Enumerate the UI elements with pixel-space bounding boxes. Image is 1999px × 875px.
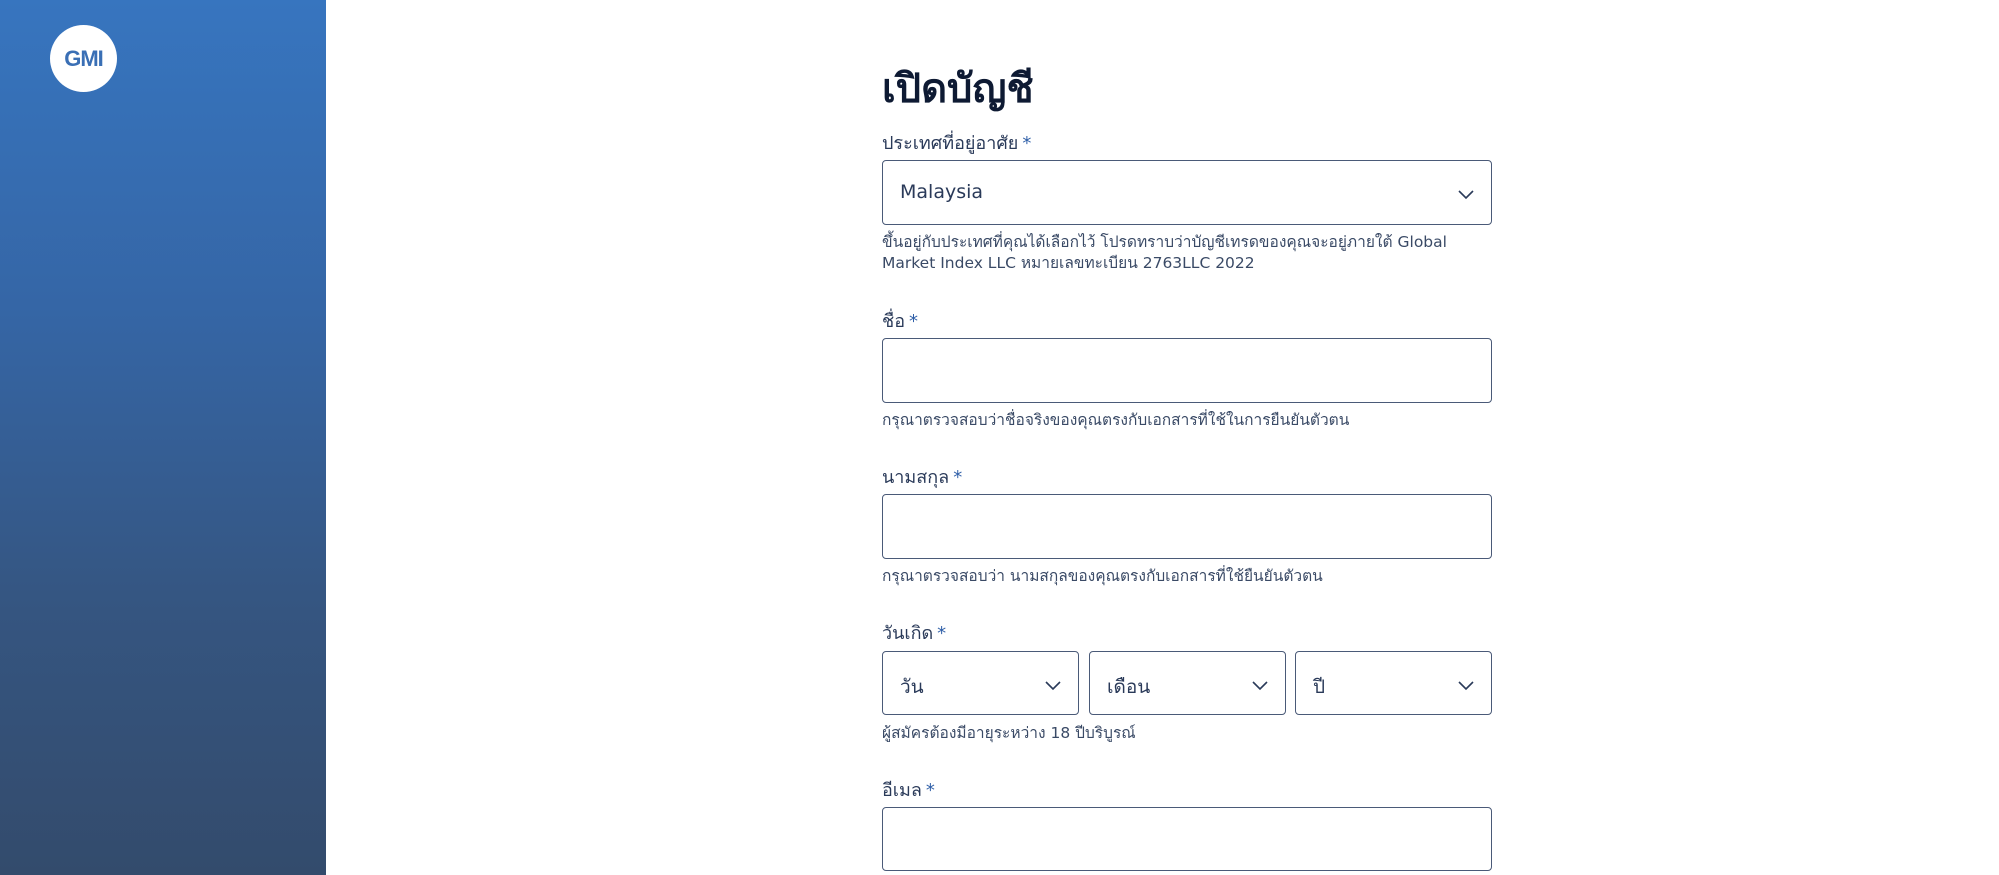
email-label-text: อีเมล [882, 780, 922, 801]
last-name-label-text: นามสกุล [882, 467, 950, 488]
required-mark: * [1022, 133, 1032, 154]
chevron-down-icon [1252, 681, 1268, 691]
birth-day-value: วัน [900, 676, 924, 698]
gmi-logo[interactable]: GMI [50, 25, 117, 92]
first-name-input[interactable] [882, 338, 1492, 403]
page-title: เปิดบัญชี [882, 66, 1034, 112]
country-help-text: ขึ้นอยู่กับประเทศที่คุณได้เลือกไว้ โปรดท… [882, 233, 1447, 272]
first-name-label: ชื่อ * [882, 306, 918, 335]
country-label: ประเทศที่อยู่อาศัย * [882, 128, 1031, 157]
email-label: อีเมล * [882, 775, 935, 804]
chevron-down-icon [1458, 681, 1474, 691]
required-mark: * [953, 467, 963, 488]
chevron-down-icon [1458, 190, 1474, 200]
required-mark: * [909, 311, 919, 332]
birthdate-help-text: ผู้สมัครต้องมีอายุระหว่าง 18 ปีบริบูรณ์ [882, 724, 1136, 742]
first-name-help-text: กรุณาตรวจสอบว่าชื่อจริงของคุณตรงกับเอกสา… [882, 411, 1350, 429]
country-value: Malaysia [900, 181, 984, 203]
birthdate-label-text: วันเกิด [882, 623, 934, 644]
birth-year-value: ปี [1313, 676, 1326, 698]
email-input[interactable] [882, 807, 1492, 871]
country-label-text: ประเทศที่อยู่อาศัย [882, 133, 1019, 154]
birth-month-value: เดือน [1107, 676, 1151, 698]
birth-day-select[interactable]: วัน [882, 651, 1079, 715]
required-mark: * [925, 780, 935, 801]
chevron-down-icon [1045, 681, 1061, 691]
country-select[interactable]: Malaysia [882, 160, 1492, 225]
birth-year-select[interactable]: ปี [1295, 651, 1492, 715]
last-name-input[interactable] [882, 494, 1492, 559]
required-mark: * [937, 623, 947, 644]
birth-month-select[interactable]: เดือน [1089, 651, 1286, 715]
birthdate-label: วันเกิด * [882, 618, 946, 647]
first-name-label-text: ชื่อ [882, 311, 906, 332]
last-name-help-text: กรุณาตรวจสอบว่า นามสกุลของคุณตรงกับเอกสา… [882, 567, 1323, 585]
last-name-label: นามสกุล * [882, 462, 962, 491]
sidebar: GMI [0, 0, 326, 875]
